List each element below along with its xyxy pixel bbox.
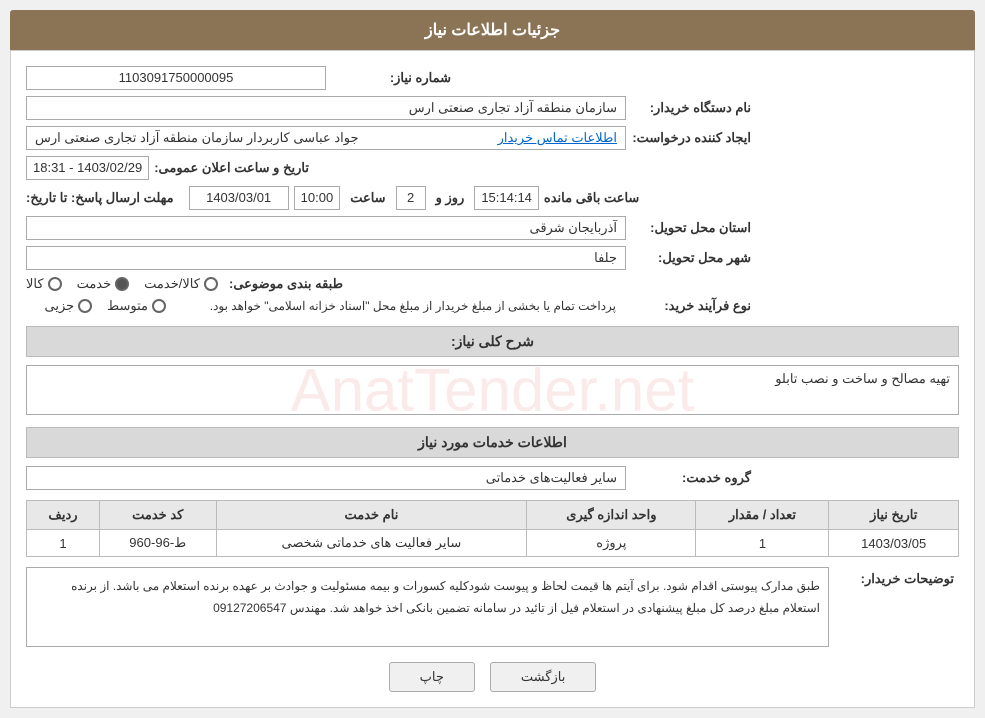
creator-label: ایجاد کننده درخواست: xyxy=(626,130,756,146)
cell-quantity: 1 xyxy=(696,530,829,557)
table-row: 1403/03/05 1 پروژه سایر فعالیت های خدمات… xyxy=(27,530,959,557)
reply-days-label: روز و xyxy=(436,190,465,206)
need-number-row: شماره نیاز: 1103091750000095 xyxy=(26,66,959,90)
col-header-date: تاریخ نیاز xyxy=(829,501,959,530)
description-section-title: شرح کلی نیاز: xyxy=(26,326,959,357)
buyer-notes-value: طبق مدارک پیوستی اقدام شود. برای آیتم ها… xyxy=(26,567,829,647)
city-row: شهر محل تحویل: جلفا xyxy=(26,246,959,270)
description-value: تهیه مصالح و ساخت و نصب تابلو xyxy=(26,365,959,415)
buyer-notes-label: توضیحات خریدار: xyxy=(829,567,959,587)
col-header-service: نام خدمت xyxy=(216,501,527,530)
action-buttons: بازگشت چاپ xyxy=(26,662,959,692)
category-kala-label: کالا xyxy=(26,276,44,292)
radio-khadamat-icon xyxy=(115,277,129,291)
contact-link[interactable]: اطلاعات تماس خریدار xyxy=(498,130,617,146)
description-label: شرح کلی نیاز: xyxy=(451,333,534,349)
city-value: جلفا xyxy=(26,246,626,270)
category-kala: کالا xyxy=(26,276,62,292)
col-header-quantity: تعداد / مقدار xyxy=(696,501,829,530)
services-table-section: تاریخ نیاز تعداد / مقدار واحد اندازه گیر… xyxy=(26,500,959,557)
back-button[interactable]: بازگشت xyxy=(490,662,596,692)
announce-date-row: تاریخ و ساعت اعلان عمومی: 1403/02/29 - 1… xyxy=(26,156,959,180)
category-row: طبقه بندی موضوعی: کالا/خدمت خدمت کالا xyxy=(26,276,959,292)
city-label: شهر محل تحویل: xyxy=(626,250,756,266)
buyer-notes-row: توضیحات خریدار: طبق مدارک پیوستی اقدام ش… xyxy=(26,567,959,647)
remaining-value: 15:14:14 xyxy=(474,186,539,210)
radio-mutawaset-icon xyxy=(152,299,166,313)
category-kala-khadamat-label: کالا/خدمت xyxy=(144,276,200,292)
service-group-row: گروه خدمت: سایر فعالیت‌های خدماتی xyxy=(26,466,959,490)
category-label: طبقه بندی موضوعی: xyxy=(218,276,348,292)
description-text: تهیه مصالح و ساخت و نصب تابلو xyxy=(775,371,950,386)
purchase-label: نوع فرآیند خرید: xyxy=(626,298,756,314)
service-group-label: گروه خدمت: xyxy=(626,470,756,486)
service-group-value: سایر فعالیت‌های خدماتی xyxy=(26,466,626,490)
province-row: استان محل تحویل: آذربایجان شرقی xyxy=(26,216,959,240)
col-header-unit: واحد اندازه گیری xyxy=(527,501,696,530)
category-kala-khadamat: کالا/خدمت xyxy=(144,276,218,292)
col-header-row: ردیف xyxy=(27,501,100,530)
creator-text: جواد عباسی کاربردار سازمان منطقه آزاد تج… xyxy=(35,130,358,146)
reply-date-value: 1403/03/01 xyxy=(189,186,289,210)
services-section-label: اطلاعات خدمات مورد نیاز xyxy=(418,434,567,450)
buyer-org-value: سازمان منطقه آزاد تجاری صنعتی ارس xyxy=(26,96,626,120)
cell-service: سایر فعالیت های خدماتی شخصی xyxy=(216,530,527,557)
category-khadamat-label: خدمت xyxy=(77,276,112,292)
reply-time-value: 10:00 xyxy=(294,186,341,210)
reply-date-row: ساعت باقی مانده 15:14:14 روز و 2 ساعت 10… xyxy=(26,186,959,210)
reply-date-label: مهلت ارسال پاسخ: تا تاریخ: xyxy=(26,190,174,206)
purchase-options: متوسط جزیی xyxy=(44,298,166,314)
print-button[interactable]: چاپ xyxy=(389,662,475,692)
purchase-mutawaset-label: متوسط xyxy=(107,298,148,314)
need-number-label: شماره نیاز: xyxy=(326,70,456,86)
page-header: جزئیات اطلاعات نیاز xyxy=(10,10,975,50)
radio-kala-khadamat-icon xyxy=(204,277,218,291)
date-label: تاریخ و ساعت اعلان عمومی: xyxy=(154,160,309,176)
buyer-notes-content: طبق مدارک پیوستی اقدام شود. برای آیتم ها… xyxy=(26,567,829,647)
remaining-label: ساعت باقی مانده xyxy=(544,190,639,206)
purchase-juzyi: جزیی xyxy=(44,298,92,314)
purchase-mutawaset: متوسط xyxy=(107,298,166,314)
cell-date: 1403/03/05 xyxy=(829,530,959,557)
province-value: آذربایجان شرقی xyxy=(26,216,626,240)
buyer-org-label: نام دستگاه خریدار: xyxy=(626,100,756,116)
radio-kala-icon xyxy=(48,277,62,291)
services-section-title: اطلاعات خدمات مورد نیاز xyxy=(26,427,959,458)
page-title: جزئیات اطلاعات نیاز xyxy=(425,22,560,39)
category-khadamat: خدمت xyxy=(77,276,130,292)
province-label: استان محل تحویل: xyxy=(626,220,756,236)
cell-row: 1 xyxy=(27,530,100,557)
purchase-type-row: نوع فرآیند خرید: پرداخت تمام یا بخشی از … xyxy=(26,298,959,314)
cell-code: ط-96-960 xyxy=(99,530,216,557)
radio-juzyi-icon xyxy=(78,299,92,313)
col-header-code: کد خدمت xyxy=(99,501,216,530)
cell-unit: پروژه xyxy=(527,530,696,557)
purchase-text: پرداخت تمام یا بخشی از مبلغ خریدار از مب… xyxy=(176,299,626,313)
services-table: تاریخ نیاز تعداد / مقدار واحد اندازه گیر… xyxy=(26,500,959,557)
need-number-value: 1103091750000095 xyxy=(26,66,326,90)
creator-row: ایجاد کننده درخواست: اطلاعات تماس خریدار… xyxy=(26,126,959,150)
reply-time-label: ساعت xyxy=(350,190,385,206)
purchase-juzyi-label: جزیی xyxy=(44,298,74,314)
category-options: کالا/خدمت خدمت کالا xyxy=(26,276,218,292)
reply-days-value: 2 xyxy=(396,186,426,210)
creator-value: اطلاعات تماس خریدار جواد عباسی کاربردار … xyxy=(26,126,626,150)
date-value: 1403/02/29 - 18:31 xyxy=(26,156,149,180)
buyer-notes-text: طبق مدارک پیوستی اقدام شود. برای آیتم ها… xyxy=(71,579,820,615)
buyer-org-row: نام دستگاه خریدار: سازمان منطقه آزاد تجا… xyxy=(26,96,959,120)
